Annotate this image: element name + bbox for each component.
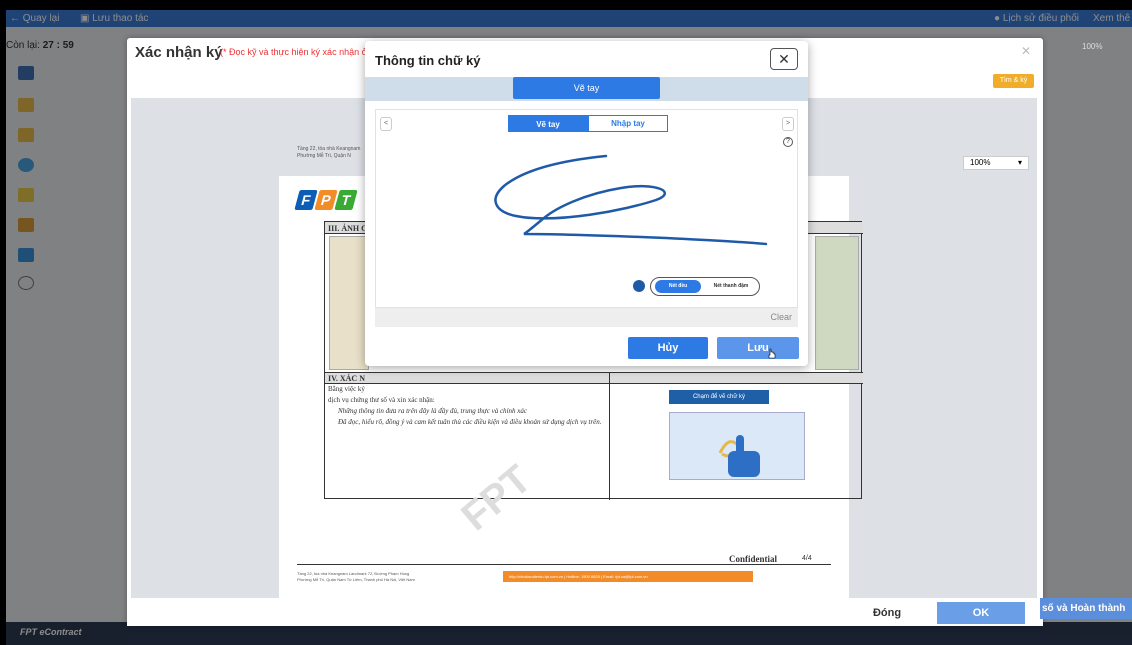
tab-draw[interactable]: Vẽ tay [513, 77, 660, 99]
id-photo-right [815, 236, 859, 370]
footer-rule [297, 564, 831, 565]
signature-canvas[interactable] [416, 138, 776, 268]
close-button[interactable]: Đóng [855, 603, 919, 623]
zoom-value: 100% [970, 158, 991, 167]
close-icon[interactable]: ✕ [770, 48, 798, 70]
zoom-select[interactable]: 100% ▾ [963, 156, 1029, 170]
hand-cursor-icon [768, 348, 776, 359]
footer-contact-band: http://chukisodientu.fpt.com.vn | Hotlin… [503, 571, 753, 582]
signature-dialog-title: Thông tin chữ ký [375, 53, 481, 68]
stroke-even-option[interactable]: Nét đều [655, 280, 701, 293]
id-photo-left [329, 236, 369, 370]
footer-address: Tầng 22, tòa nhà Keangnam Landmark 72, Đ… [297, 571, 415, 582]
hand-touch-icon [718, 435, 760, 477]
close-icon[interactable]: ✕ [1021, 44, 1031, 58]
section4-header [325, 372, 863, 384]
cancel-button[interactable]: Hủy [628, 337, 708, 359]
confirm-dialog-footer: Đóng OK [127, 598, 1043, 626]
clear-button[interactable]: Clear [770, 312, 792, 322]
section3-label: III. ẢNH C [328, 224, 367, 233]
zoom-top[interactable]: 100% [1082, 38, 1132, 56]
tap-to-sign-button[interactable]: Chạm để vẽ chữ ký [669, 390, 769, 404]
signature-info-dialog: Thông tin chữ ký ✕ Vẽ tay < > ? Vẽ tay N… [365, 41, 808, 366]
table-divider [609, 372, 610, 500]
help-icon[interactable]: ? [783, 137, 793, 147]
chevron-left-icon[interactable]: < [380, 117, 392, 131]
signature-pad-illustration[interactable] [669, 412, 805, 480]
finish-button[interactable]: số và Hoàn thành [1040, 598, 1132, 619]
header-address: Tầng 22, tòa nhà Keangnam Phường Mễ Trì,… [297, 146, 361, 159]
save-button[interactable]: Lưu [717, 337, 799, 359]
section4-intro: Bằng việc ký [328, 385, 365, 393]
confirm-sign-title: Xác nhận ký [135, 44, 223, 61]
subtab-draw[interactable]: Vẽ tay [508, 115, 588, 132]
page-number: 4/4 [802, 555, 812, 562]
stroke-thin-thick-option[interactable]: Nét thanh đậm [705, 280, 757, 293]
screen: ← Quay lại ▣ Lưu thao tác ● Lịch sử điều… [0, 0, 1132, 645]
logo-letter-t: T [334, 190, 358, 210]
bullet-1: Những thông tin đưa ra trên đây là đầy đ… [338, 407, 527, 415]
signature-pad-panel: < > ? Vẽ tay Nhập tay Nét đều Nét thanh … [375, 109, 798, 308]
section4-text: Bằng việc ký dịch vụ chứng thư số và xin… [328, 384, 608, 428]
ink-color-picker[interactable] [633, 280, 645, 292]
find-sign-button[interactable]: Tìm & ký [993, 74, 1034, 88]
confirm-sign-note: (* Đọc kỹ và thực hiện ký xác nhận ở [220, 47, 368, 57]
stroke-style-toggle: Nét đều Nét thanh đậm [650, 277, 760, 296]
ok-button[interactable]: OK [937, 602, 1025, 624]
app-window: ← Quay lại ▣ Lưu thao tác ● Lịch sử điều… [6, 10, 1132, 645]
section4-line2: dịch vụ chứng thư số và xin xác nhận: [328, 396, 435, 404]
signature-stroke [494, 154, 768, 246]
bullet-2: Đã đọc, hiểu rõ, đồng ý và cam kết tuân … [338, 418, 602, 426]
chevron-down-icon: ▾ [1017, 158, 1022, 167]
clear-bar: Clear [375, 308, 798, 327]
confidential-label: Confidential [729, 554, 778, 564]
chevron-right-icon[interactable]: > [782, 117, 794, 131]
section4-label: IV. XÁC N [328, 374, 365, 383]
subtab-type[interactable]: Nhập tay [588, 115, 668, 132]
